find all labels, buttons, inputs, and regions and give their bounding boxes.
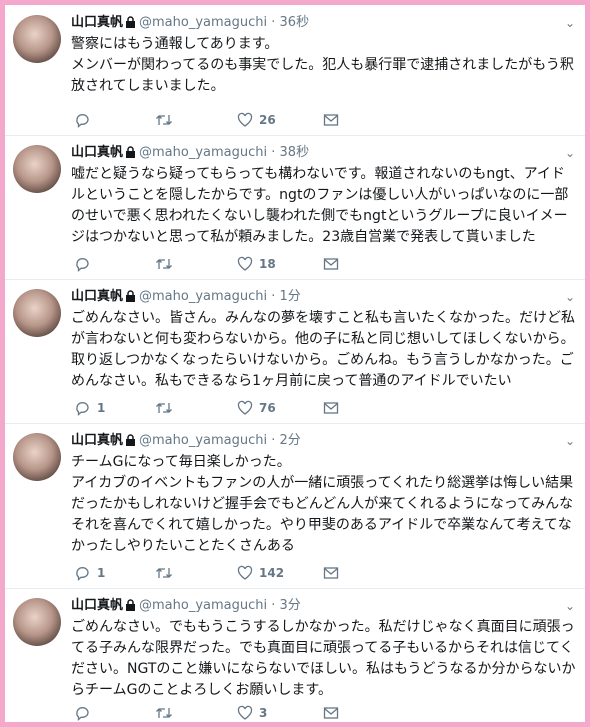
like-button[interactable]: 3 — [237, 702, 267, 722]
tweet-text: ごめんなさい。でももうこうするしかなかった。私だけじゃなく真面目に頑張ってる子み… — [71, 619, 576, 698]
action-bar: 1 142 — [75, 562, 475, 582]
action-bar: 18 — [75, 253, 475, 273]
retweet-button[interactable] — [155, 253, 179, 273]
lock-icon — [125, 145, 136, 165]
heart-icon — [237, 705, 253, 720]
reply-button[interactable] — [75, 702, 97, 722]
retweet-icon — [156, 567, 172, 578]
tweet-header: 山口真帆 @maho_yamaguchi · 3分 ⌄ — [71, 596, 575, 616]
direct-message-button[interactable] — [323, 562, 339, 582]
heart-icon — [237, 400, 253, 415]
like-count: 76 — [259, 400, 276, 415]
like-button[interactable]: 76 — [237, 397, 276, 417]
user-handle[interactable]: @maho_yamaguchi — [139, 433, 267, 448]
retweet-icon — [156, 707, 172, 718]
timestamp[interactable]: 36秒 — [280, 15, 310, 30]
reply-icon — [76, 113, 89, 128]
like-count: 3 — [259, 705, 268, 720]
reply-count: 1 — [97, 565, 106, 580]
timestamp[interactable]: 3分 — [280, 598, 301, 613]
display-name[interactable]: 山口真帆 — [71, 289, 123, 304]
retweet-icon — [156, 258, 172, 269]
retweet-icon — [156, 402, 172, 413]
timestamp[interactable]: 1分 — [280, 289, 301, 304]
like-count: 26 — [259, 112, 276, 127]
reply-count: 1 — [97, 400, 106, 415]
lock-icon — [125, 15, 136, 35]
direct-message-button[interactable] — [323, 253, 339, 273]
tweet-header: 山口真帆 @maho_yamaguchi · 38秒 ⌄ — [71, 143, 575, 163]
action-bar: 3 — [75, 702, 475, 722]
tweet-text: ごめんなさい。皆さん。みんなの夢を壊すこと私も言いたくなかった。だけど私が言わな… — [71, 310, 575, 389]
heart-icon — [237, 256, 253, 271]
direct-message-button[interactable] — [323, 702, 339, 722]
like-count: 142 — [259, 565, 285, 580]
retweet-button[interactable] — [155, 702, 179, 722]
tweet-header: 山口真帆 @maho_yamaguchi · 2分 ⌄ — [71, 431, 575, 451]
lock-icon — [125, 598, 136, 618]
avatar[interactable] — [13, 145, 61, 193]
envelope-icon — [323, 401, 339, 414]
tweet-header: 山口真帆 @maho_yamaguchi · 36秒 ⌄ — [71, 13, 575, 33]
reply-button[interactable] — [75, 109, 97, 129]
tweet[interactable]: 山口真帆 @maho_yamaguchi · 3分 ⌄ ごめんなさい。でももうこう… — [5, 588, 585, 722]
user-handle[interactable]: @maho_yamaguchi — [139, 145, 267, 160]
timeline: 山口真帆 @maho_yamaguchi · 36秒 ⌄ 警察にはもう通報してあり… — [5, 5, 585, 722]
envelope-icon — [323, 257, 339, 270]
display-name[interactable]: 山口真帆 — [71, 15, 123, 30]
tweet[interactable]: 山口真帆 @maho_yamaguchi · 1分 ⌄ ごめんなさい。皆さん。みん… — [5, 279, 585, 424]
timestamp[interactable]: 2分 — [280, 433, 301, 448]
user-handle[interactable]: @maho_yamaguchi — [139, 289, 267, 304]
lock-icon — [125, 433, 136, 453]
tweet-text: チームGになって毎日楽しかった。 アイカブのイベントもファンの人が一緒に頑張って… — [71, 454, 574, 554]
like-button[interactable]: 142 — [237, 562, 284, 582]
tweet-text: 警察にはもう通報してあります。 メンバーが関わってるのも事実でした。犯人も暴行罪… — [71, 36, 574, 94]
reply-icon — [76, 257, 89, 272]
retweet-button[interactable] — [155, 397, 179, 417]
timestamp[interactable]: 38秒 — [280, 145, 310, 160]
envelope-icon — [323, 706, 339, 719]
action-bar: 26 — [75, 109, 475, 129]
heart-icon — [237, 112, 253, 127]
avatar[interactable] — [13, 598, 61, 646]
tweet[interactable]: 山口真帆 @maho_yamaguchi · 2分 ⌄ チームGになって毎日楽しか… — [5, 423, 585, 589]
avatar[interactable] — [13, 289, 61, 337]
tweet-text: 嘘だと疑うなら疑ってもらっても構わないです。報道されないのもngt、アイドルとい… — [71, 166, 569, 245]
avatar[interactable] — [13, 433, 61, 481]
display-name[interactable]: 山口真帆 — [71, 598, 123, 613]
heart-icon — [237, 565, 253, 580]
retweet-button[interactable] — [155, 562, 179, 582]
user-handle[interactable]: @maho_yamaguchi — [139, 598, 267, 613]
envelope-icon — [323, 566, 339, 579]
avatar[interactable] — [13, 15, 61, 63]
like-button[interactable]: 18 — [237, 253, 276, 273]
chevron-down-icon[interactable]: ⌄ — [565, 287, 575, 307]
action-bar: 1 76 — [75, 397, 475, 417]
tweet[interactable]: 山口真帆 @maho_yamaguchi · 38秒 ⌄ 嘘だと疑うなら疑ってもら… — [5, 135, 585, 280]
retweet-button[interactable] — [155, 109, 179, 129]
direct-message-button[interactable] — [323, 397, 339, 417]
chevron-down-icon[interactable]: ⌄ — [565, 431, 575, 451]
display-name[interactable]: 山口真帆 — [71, 433, 123, 448]
like-count: 18 — [259, 256, 276, 271]
reply-icon — [76, 706, 89, 721]
lock-icon — [125, 289, 136, 309]
reply-button[interactable] — [75, 253, 97, 273]
reply-icon — [76, 401, 89, 416]
tweet[interactable]: 山口真帆 @maho_yamaguchi · 36秒 ⌄ 警察にはもう通報してあり… — [5, 5, 585, 136]
user-handle[interactable]: @maho_yamaguchi — [139, 15, 267, 30]
reply-button[interactable]: 1 — [75, 562, 105, 582]
display-name[interactable]: 山口真帆 — [71, 145, 123, 160]
reply-button[interactable]: 1 — [75, 397, 105, 417]
chevron-down-icon[interactable]: ⌄ — [565, 596, 575, 616]
tweet-header: 山口真帆 @maho_yamaguchi · 1分 ⌄ — [71, 287, 575, 307]
direct-message-button[interactable] — [323, 109, 339, 129]
chevron-down-icon[interactable]: ⌄ — [565, 13, 575, 33]
envelope-icon — [323, 113, 339, 126]
retweet-icon — [156, 114, 172, 125]
chevron-down-icon[interactable]: ⌄ — [565, 143, 575, 163]
like-button[interactable]: 26 — [237, 109, 276, 129]
reply-icon — [76, 566, 89, 581]
